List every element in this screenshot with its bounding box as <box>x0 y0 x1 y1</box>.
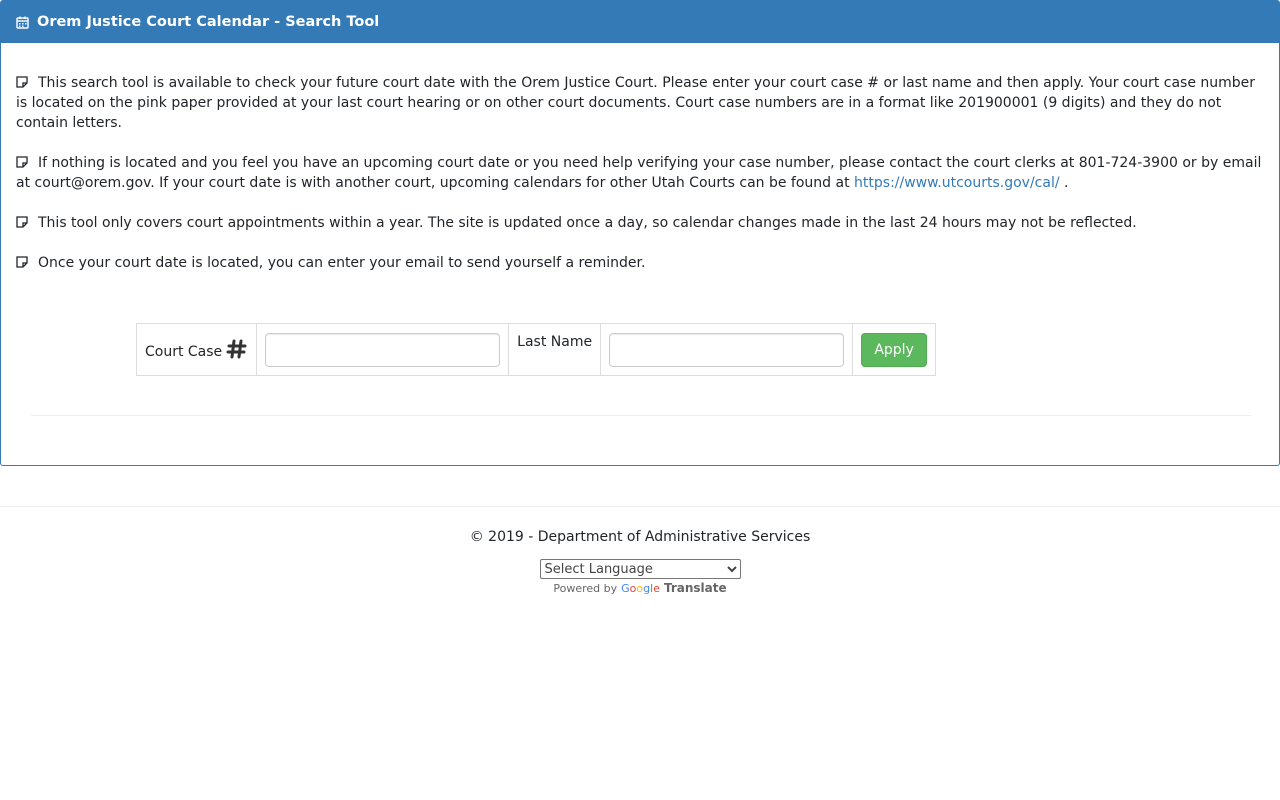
info-text-3: This tool only covers court appointments… <box>38 215 1137 231</box>
footer: © 2019 - Department of Administrative Se… <box>0 506 1280 595</box>
translate-text: Translate <box>663 581 727 595</box>
info-paragraph-2: If nothing is located and you feel you h… <box>16 153 1264 193</box>
court-case-input[interactable] <box>265 332 501 367</box>
sticky-note-icon <box>16 254 28 268</box>
info-text-2-end: . <box>1059 175 1069 191</box>
info-text-4: Once your court date is located, you can… <box>38 255 646 271</box>
last-name-input[interactable] <box>609 332 845 367</box>
calendar-panel: Orem Justice Court Calendar - Search Too… <box>0 0 1280 466</box>
apply-button[interactable]: Apply <box>861 332 928 367</box>
powered-by-text: Powered by <box>553 581 618 595</box>
page-title: Orem Justice Court Calendar - Search Too… <box>37 14 380 30</box>
info-text-1: This search tool is available to check y… <box>16 75 1256 131</box>
panel-body: This search tool is available to check y… <box>1 43 1279 273</box>
apply-cell: Apply <box>852 323 937 376</box>
sticky-note-icon <box>16 154 28 168</box>
utcourts-link[interactable]: https://www.utcourts.gov/cal/ <box>854 175 1060 191</box>
sticky-note-icon <box>16 214 28 228</box>
info-text-2: If nothing is located and you feel you h… <box>16 155 1262 191</box>
copyright-text: © 2019 - Department of Administrative Se… <box>469 529 811 545</box>
panel-header: Orem Justice Court Calendar - Search Too… <box>1 1 1279 43</box>
google-translate-attribution: Powered by Google Translate <box>0 581 1280 595</box>
google-logo[interactable]: Google <box>621 582 660 595</box>
last-name-input-cell <box>600 323 854 376</box>
court-case-label-cell: Court Case <box>135 323 258 376</box>
last-name-label-cell: Last Name <box>508 323 602 376</box>
hashtag-icon <box>226 338 248 360</box>
sticky-note-icon <box>16 74 28 88</box>
divider <box>31 415 1251 416</box>
language-select[interactable]: Select Language <box>539 559 741 579</box>
info-paragraph-3: This tool only covers court appointments… <box>16 213 1264 233</box>
court-case-input-cell <box>256 323 510 376</box>
search-form-table: Court Case Last Name Apply <box>135 323 937 376</box>
court-case-label: Court Case <box>145 343 223 360</box>
info-paragraph-1: This search tool is available to check y… <box>16 73 1264 133</box>
last-name-label: Last Name <box>517 334 593 350</box>
info-paragraph-4: Once your court date is located, you can… <box>16 253 1264 273</box>
calendar-icon <box>16 16 29 29</box>
